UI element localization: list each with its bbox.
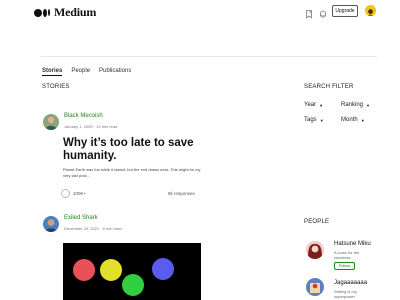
medium-logo[interactable]: Medium: [34, 5, 96, 20]
top-bar: Medium Upgrade: [0, 0, 400, 24]
clap-count: 100K+: [73, 191, 87, 196]
bookmark-icon[interactable]: [304, 6, 314, 19]
author-avatar[interactable]: [43, 216, 59, 232]
tab-people[interactable]: People: [71, 68, 90, 76]
filter-year[interactable]: Year ▼: [304, 102, 323, 108]
follow-button[interactable]: Follow: [334, 262, 355, 270]
story-author[interactable]: Exiled Shark: [64, 215, 98, 221]
header-divider: [41, 56, 377, 57]
people-heading: PEOPLE: [304, 219, 330, 225]
story-title[interactable]: Why it’s too late to save humanity.: [63, 137, 213, 163]
red-circle: [73, 259, 95, 281]
author-avatar[interactable]: [43, 114, 59, 130]
tab-stories[interactable]: Stories: [42, 68, 63, 76]
story-date: December 25, 2021: [64, 226, 100, 231]
result-tabs: Stories People Publications: [42, 68, 131, 76]
upgrade-button[interactable]: Upgrade: [332, 5, 358, 17]
story-cover-image[interactable]: [63, 243, 201, 300]
story-read-time: 10 min read: [96, 124, 118, 129]
caret-down-icon: ▼: [366, 102, 370, 108]
green-circle: [122, 274, 144, 296]
medium-logo-icon: [34, 8, 50, 17]
person-name[interactable]: Hatsune Miku: [334, 241, 371, 247]
search-filter-heading: SEARCH FILTER: [304, 84, 354, 90]
person-name[interactable]: Jagaaaaaaa: [334, 280, 367, 286]
person-avatar[interactable]: [306, 241, 324, 259]
stories-heading: STORIES: [42, 84, 70, 90]
caret-down-icon: ▼: [319, 117, 324, 123]
responses-count[interactable]: 9k responses: [168, 191, 195, 196]
story-meta: December 25, 2021 · 6 min read: [64, 226, 122, 231]
caret-down-icon: ▼: [319, 102, 324, 108]
filter-tags-label: Tags: [304, 117, 317, 123]
clap-icon[interactable]: [61, 189, 70, 198]
person-bio: Writing is my superpower: [334, 289, 357, 299]
filter-month[interactable]: Month ▼: [341, 117, 365, 123]
story-date: January 1, 2050: [64, 124, 93, 129]
person-bio: A voice for the voiceless: [334, 250, 360, 260]
filter-month-label: Month: [341, 117, 358, 123]
yellow-circle: [100, 259, 122, 281]
user-avatar[interactable]: [365, 5, 376, 16]
caret-down-icon: ▼: [360, 117, 365, 123]
filter-year-label: Year: [304, 102, 317, 108]
filter-ranking-label: Ranking: [341, 102, 364, 108]
person-avatar[interactable]: [306, 278, 324, 296]
story-read-time: 6 min read: [102, 226, 122, 231]
filter-tags[interactable]: Tags ▼: [304, 117, 324, 123]
story-subtitle: Planet Earth was fun while it lasted, bu…: [63, 167, 201, 178]
bell-icon[interactable]: [318, 6, 328, 18]
story-author[interactable]: Black Mecoish: [64, 113, 103, 119]
blue-circle: [152, 258, 174, 280]
logo-text: Medium: [54, 5, 97, 19]
filter-ranking[interactable]: Ranking ▼: [341, 102, 370, 108]
story-meta: January 1, 2050 · 10 min read: [64, 124, 117, 129]
tab-publications[interactable]: Publications: [99, 68, 131, 76]
